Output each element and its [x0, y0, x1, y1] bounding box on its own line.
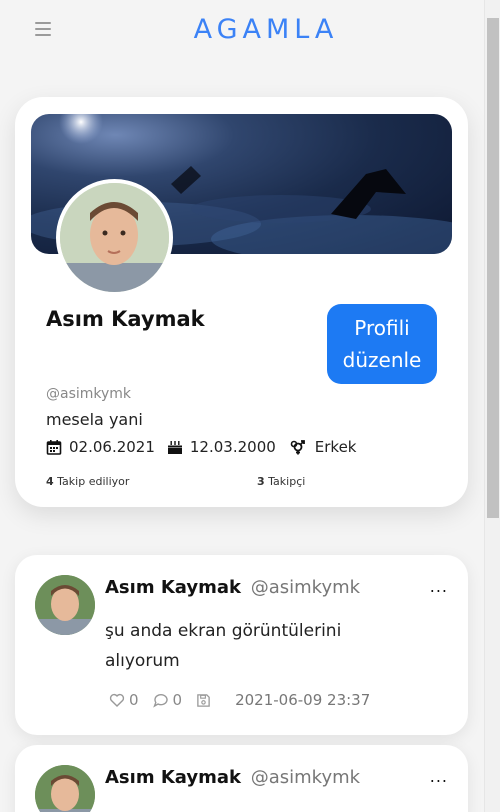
post-card: Asım Kaymak @asimkymk ... — [15, 745, 468, 812]
comment-button[interactable]: 0 — [152, 691, 183, 709]
post-author[interactable]: Asım Kaymak — [105, 577, 241, 598]
profile-handle: @asimkymk — [46, 386, 132, 402]
post-text: şu anda ekran görüntülerini alıyorum — [105, 621, 342, 671]
scrollbar-thumb[interactable] — [487, 18, 499, 518]
save-button[interactable] — [196, 693, 215, 708]
profile-bio: mesela yani — [46, 410, 143, 429]
comment-count: 0 — [172, 691, 183, 709]
scrollbar[interactable] — [484, 0, 500, 812]
post-author[interactable]: Asım Kaymak — [105, 767, 241, 788]
joined-date: 02.06.2021 — [69, 438, 155, 456]
following-count: 4 — [46, 475, 54, 488]
calendar-icon — [46, 440, 62, 455]
save-icon — [197, 693, 210, 707]
followers-link[interactable]: 3 Takipçi — [257, 475, 305, 488]
post-handle[interactable]: @asimkymk — [251, 577, 360, 598]
like-count: 0 — [129, 691, 139, 709]
profile-avatar[interactable] — [56, 179, 173, 296]
post-handle[interactable]: @asimkymk — [251, 767, 360, 788]
heart-icon — [109, 693, 125, 707]
post-timestamp: 2021-06-09 23:37 — [235, 691, 371, 709]
gender-value: Erkek — [314, 438, 357, 456]
edit-profile-button[interactable]: Profili düzenle — [327, 304, 437, 384]
post-avatar[interactable] — [35, 765, 95, 812]
brand-logo[interactable]: AGAMLA — [0, 14, 500, 45]
top-bar: AGAMLA — [0, 0, 484, 64]
post-header: Asım Kaymak @asimkymk — [105, 577, 360, 598]
following-link[interactable]: 4 Takip ediliyor — [46, 475, 129, 488]
post-card: Asım Kaymak @asimkymk ... şu anda ekran … — [15, 555, 468, 735]
post-header: Asım Kaymak @asimkymk — [105, 767, 360, 788]
profile-name: Asım Kaymak — [46, 307, 205, 331]
cake-icon — [167, 441, 182, 454]
more-icon[interactable]: ... — [430, 767, 448, 786]
more-icon[interactable]: ... — [430, 577, 448, 596]
post-actions: 0 0 2021-06-09 23:37 — [109, 691, 370, 709]
like-button[interactable]: 0 — [109, 691, 139, 709]
gender-icon — [290, 440, 305, 455]
comment-icon — [152, 693, 168, 708]
followers-count: 3 — [257, 475, 265, 488]
profile-card: Asım Kaymak Profili düzenle @asimkymk me… — [15, 97, 468, 507]
birth-date: 12.03.2000 — [189, 438, 276, 456]
profile-meta: 02.06.2021 12.03.2000 Erkek — [46, 436, 357, 458]
following-label: Takip ediliyor — [57, 475, 130, 488]
followers-label: Takipçi — [268, 475, 306, 488]
post-avatar[interactable] — [35, 575, 95, 635]
